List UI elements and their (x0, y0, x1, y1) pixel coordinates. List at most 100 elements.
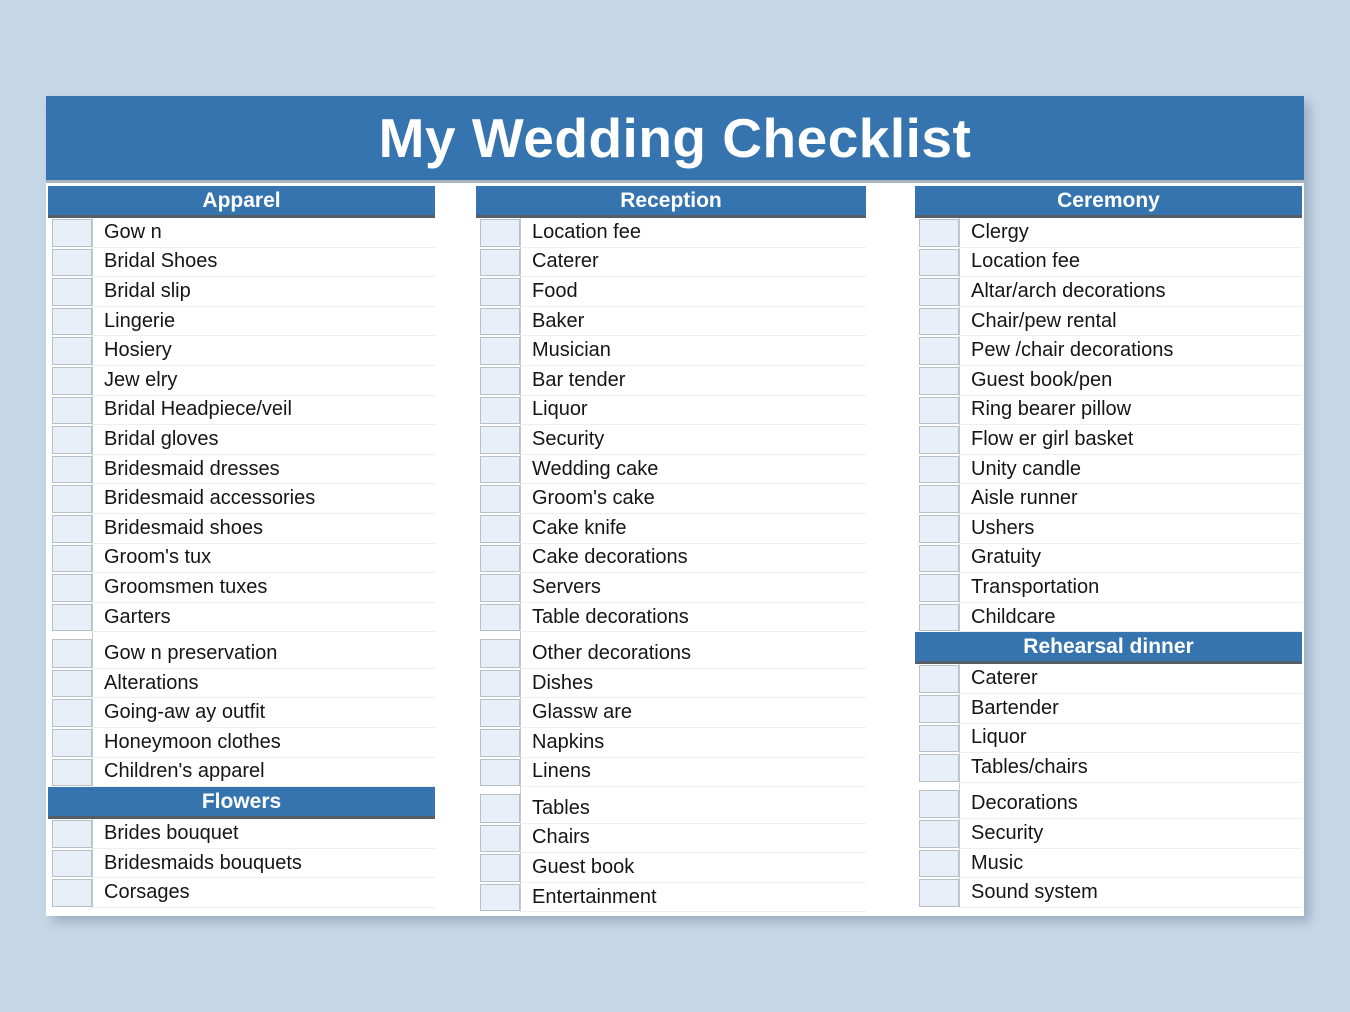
checkbox-cell-bridesmaids-bouquets[interactable] (52, 849, 92, 878)
checklist-item-cell[interactable]: Bridesmaid accessories (92, 484, 435, 514)
checkbox-cell-pew-chair-decorations[interactable] (919, 337, 959, 365)
checklist-item-cell[interactable]: Bartender (959, 693, 1302, 724)
checklist-item-cell[interactable]: Cake knife (520, 513, 866, 544)
checklist-item-cell[interactable]: Food (520, 277, 866, 307)
checklist-item-cell[interactable]: Unity candle (959, 454, 1302, 485)
checkbox-cell-napkins[interactable] (480, 729, 520, 757)
checklist-item-cell[interactable]: Bridal gloves (92, 425, 435, 455)
checkbox-cell-baker[interactable] (480, 307, 520, 336)
checkbox-cell-bridal-shoes[interactable] (52, 248, 92, 277)
checkbox-cell-security[interactable] (480, 426, 520, 454)
checklist-item-cell[interactable]: Groomsmen tuxes (92, 573, 435, 603)
checkbox-cell-location-fee[interactable] (919, 248, 959, 277)
checklist-item-cell[interactable]: Linens (520, 757, 866, 788)
checkbox-cell-bridal-slip[interactable] (52, 278, 92, 306)
checkbox-cell-gow-n-preservation[interactable] (52, 639, 92, 668)
checklist-item-cell[interactable]: Bridal Headpiece/veil (92, 395, 435, 426)
checkbox-cell-bartender[interactable] (919, 694, 959, 723)
checkbox-cell-bar-tender[interactable] (480, 366, 520, 395)
checklist-item-cell[interactable]: Lingerie (92, 306, 435, 337)
checkbox-cell-tables-chairs[interactable] (919, 754, 959, 782)
checklist-item-cell[interactable]: Honeymoon clothes (92, 728, 435, 758)
checklist-item-cell[interactable]: Bridesmaid dresses (92, 454, 435, 485)
checkbox-cell-entertainment[interactable] (480, 883, 520, 912)
checklist-item-cell[interactable]: Childcare (959, 602, 1302, 633)
checkbox-cell-garters[interactable] (52, 603, 92, 632)
checkbox-cell-linens[interactable] (480, 758, 520, 787)
checklist-item-cell[interactable]: Ring bearer pillow (959, 395, 1302, 426)
checkbox-cell-servers[interactable] (480, 574, 520, 602)
checklist-item-cell[interactable]: Other decorations (520, 632, 866, 669)
checklist-item-cell[interactable]: Groom's tux (92, 543, 435, 574)
checklist-item-cell[interactable]: Tables (520, 787, 866, 824)
checkbox-cell-sound-system[interactable] (919, 879, 959, 907)
checkbox-cell-tables[interactable] (480, 794, 520, 823)
checkbox-cell-location-fee[interactable] (480, 219, 520, 247)
checkbox-cell-cake-knife[interactable] (480, 514, 520, 543)
checklist-item-cell[interactable]: Bridesmaid shoes (92, 513, 435, 544)
checklist-item-cell[interactable]: Bridal slip (92, 277, 435, 307)
checkbox-cell-guest-book-pen[interactable] (919, 366, 959, 395)
checklist-item-cell[interactable]: Garters (92, 602, 435, 633)
checkbox-cell-bridal-headpiece-veil[interactable] (52, 396, 92, 425)
checklist-item-cell[interactable]: Bridal Shoes (92, 247, 435, 278)
checkbox-cell-jew-elry[interactable] (52, 366, 92, 395)
checklist-item-cell[interactable]: Groom's cake (520, 484, 866, 514)
checklist-item-cell[interactable]: Caterer (959, 664, 1302, 694)
checkbox-cell-grooms-cake[interactable] (480, 485, 520, 513)
checkbox-cell-gow-n[interactable] (52, 219, 92, 247)
checkbox-cell-childcare[interactable] (919, 603, 959, 632)
checklist-item-cell[interactable]: Gow n preservation (92, 632, 435, 669)
checkbox-cell-transportation[interactable] (919, 574, 959, 602)
checkbox-cell-flow-er-girl-basket[interactable] (919, 426, 959, 454)
checklist-item-cell[interactable]: Children's apparel (92, 757, 435, 788)
checklist-item-cell[interactable]: Location fee (520, 218, 866, 248)
checkbox-cell-bridesmaid-accessories[interactable] (52, 485, 92, 513)
checklist-item-cell[interactable]: Corsages (92, 878, 435, 908)
checklist-item-cell[interactable]: Baker (520, 306, 866, 337)
checklist-item-cell[interactable]: Wedding cake (520, 454, 866, 485)
checklist-item-cell[interactable]: Ushers (959, 513, 1302, 544)
checklist-item-cell[interactable]: Jew elry (92, 365, 435, 396)
checkbox-cell-decorations[interactable] (919, 789, 959, 819)
checkbox-cell-childrens-apparel[interactable] (52, 758, 92, 787)
checklist-item-cell[interactable]: Going-aw ay outfit (92, 698, 435, 728)
checklist-item-cell[interactable]: Alterations (92, 668, 435, 699)
checkbox-cell-food[interactable] (480, 278, 520, 306)
checklist-item-cell[interactable]: Altar/arch decorations (959, 277, 1302, 307)
checkbox-cell-wedding-cake[interactable] (480, 455, 520, 484)
checkbox-cell-groomsmen-tuxes[interactable] (52, 574, 92, 602)
checkbox-cell-table-decorations[interactable] (480, 603, 520, 632)
checklist-item-cell[interactable]: Decorations (959, 782, 1302, 820)
checklist-item-cell[interactable]: Napkins (520, 728, 866, 758)
checklist-item-cell[interactable]: Security (520, 425, 866, 455)
checklist-item-cell[interactable]: Guest book (520, 853, 866, 883)
checklist-item-cell[interactable]: Hosiery (92, 336, 435, 366)
checkbox-cell-corsages[interactable] (52, 879, 92, 907)
checkbox-cell-alterations[interactable] (52, 669, 92, 698)
checklist-item-cell[interactable]: Bridesmaids bouquets (92, 848, 435, 879)
checklist-item-cell[interactable]: Flow er girl basket (959, 425, 1302, 455)
checkbox-cell-clergy[interactable] (919, 219, 959, 247)
checkbox-cell-liquor[interactable] (919, 724, 959, 753)
checkbox-cell-gratuity[interactable] (919, 544, 959, 573)
checklist-item-cell[interactable]: Location fee (959, 247, 1302, 278)
checklist-item-cell[interactable]: Musician (520, 336, 866, 366)
checkbox-cell-liquor[interactable] (480, 396, 520, 425)
checklist-item-cell[interactable]: Liquor (959, 723, 1302, 754)
checklist-item-cell[interactable]: Gratuity (959, 543, 1302, 574)
checkbox-cell-cake-decorations[interactable] (480, 544, 520, 573)
checklist-item-cell[interactable]: Bar tender (520, 365, 866, 396)
checklist-item-cell[interactable]: Caterer (520, 247, 866, 278)
checkbox-cell-security[interactable] (919, 820, 959, 848)
checklist-item-cell[interactable]: Table decorations (520, 602, 866, 633)
checkbox-cell-ring-bearer-pillow[interactable] (919, 396, 959, 425)
checkbox-cell-going-aw-ay-outfit[interactable] (52, 699, 92, 727)
checklist-item-cell[interactable]: Chairs (520, 823, 866, 854)
checklist-item-cell[interactable]: Music (959, 848, 1302, 879)
checklist-item-cell[interactable]: Cake decorations (520, 543, 866, 574)
checklist-item-cell[interactable]: Transportation (959, 573, 1302, 603)
checkbox-cell-dishes[interactable] (480, 669, 520, 698)
checkbox-cell-lingerie[interactable] (52, 307, 92, 336)
checkbox-cell-grooms-tux[interactable] (52, 544, 92, 573)
